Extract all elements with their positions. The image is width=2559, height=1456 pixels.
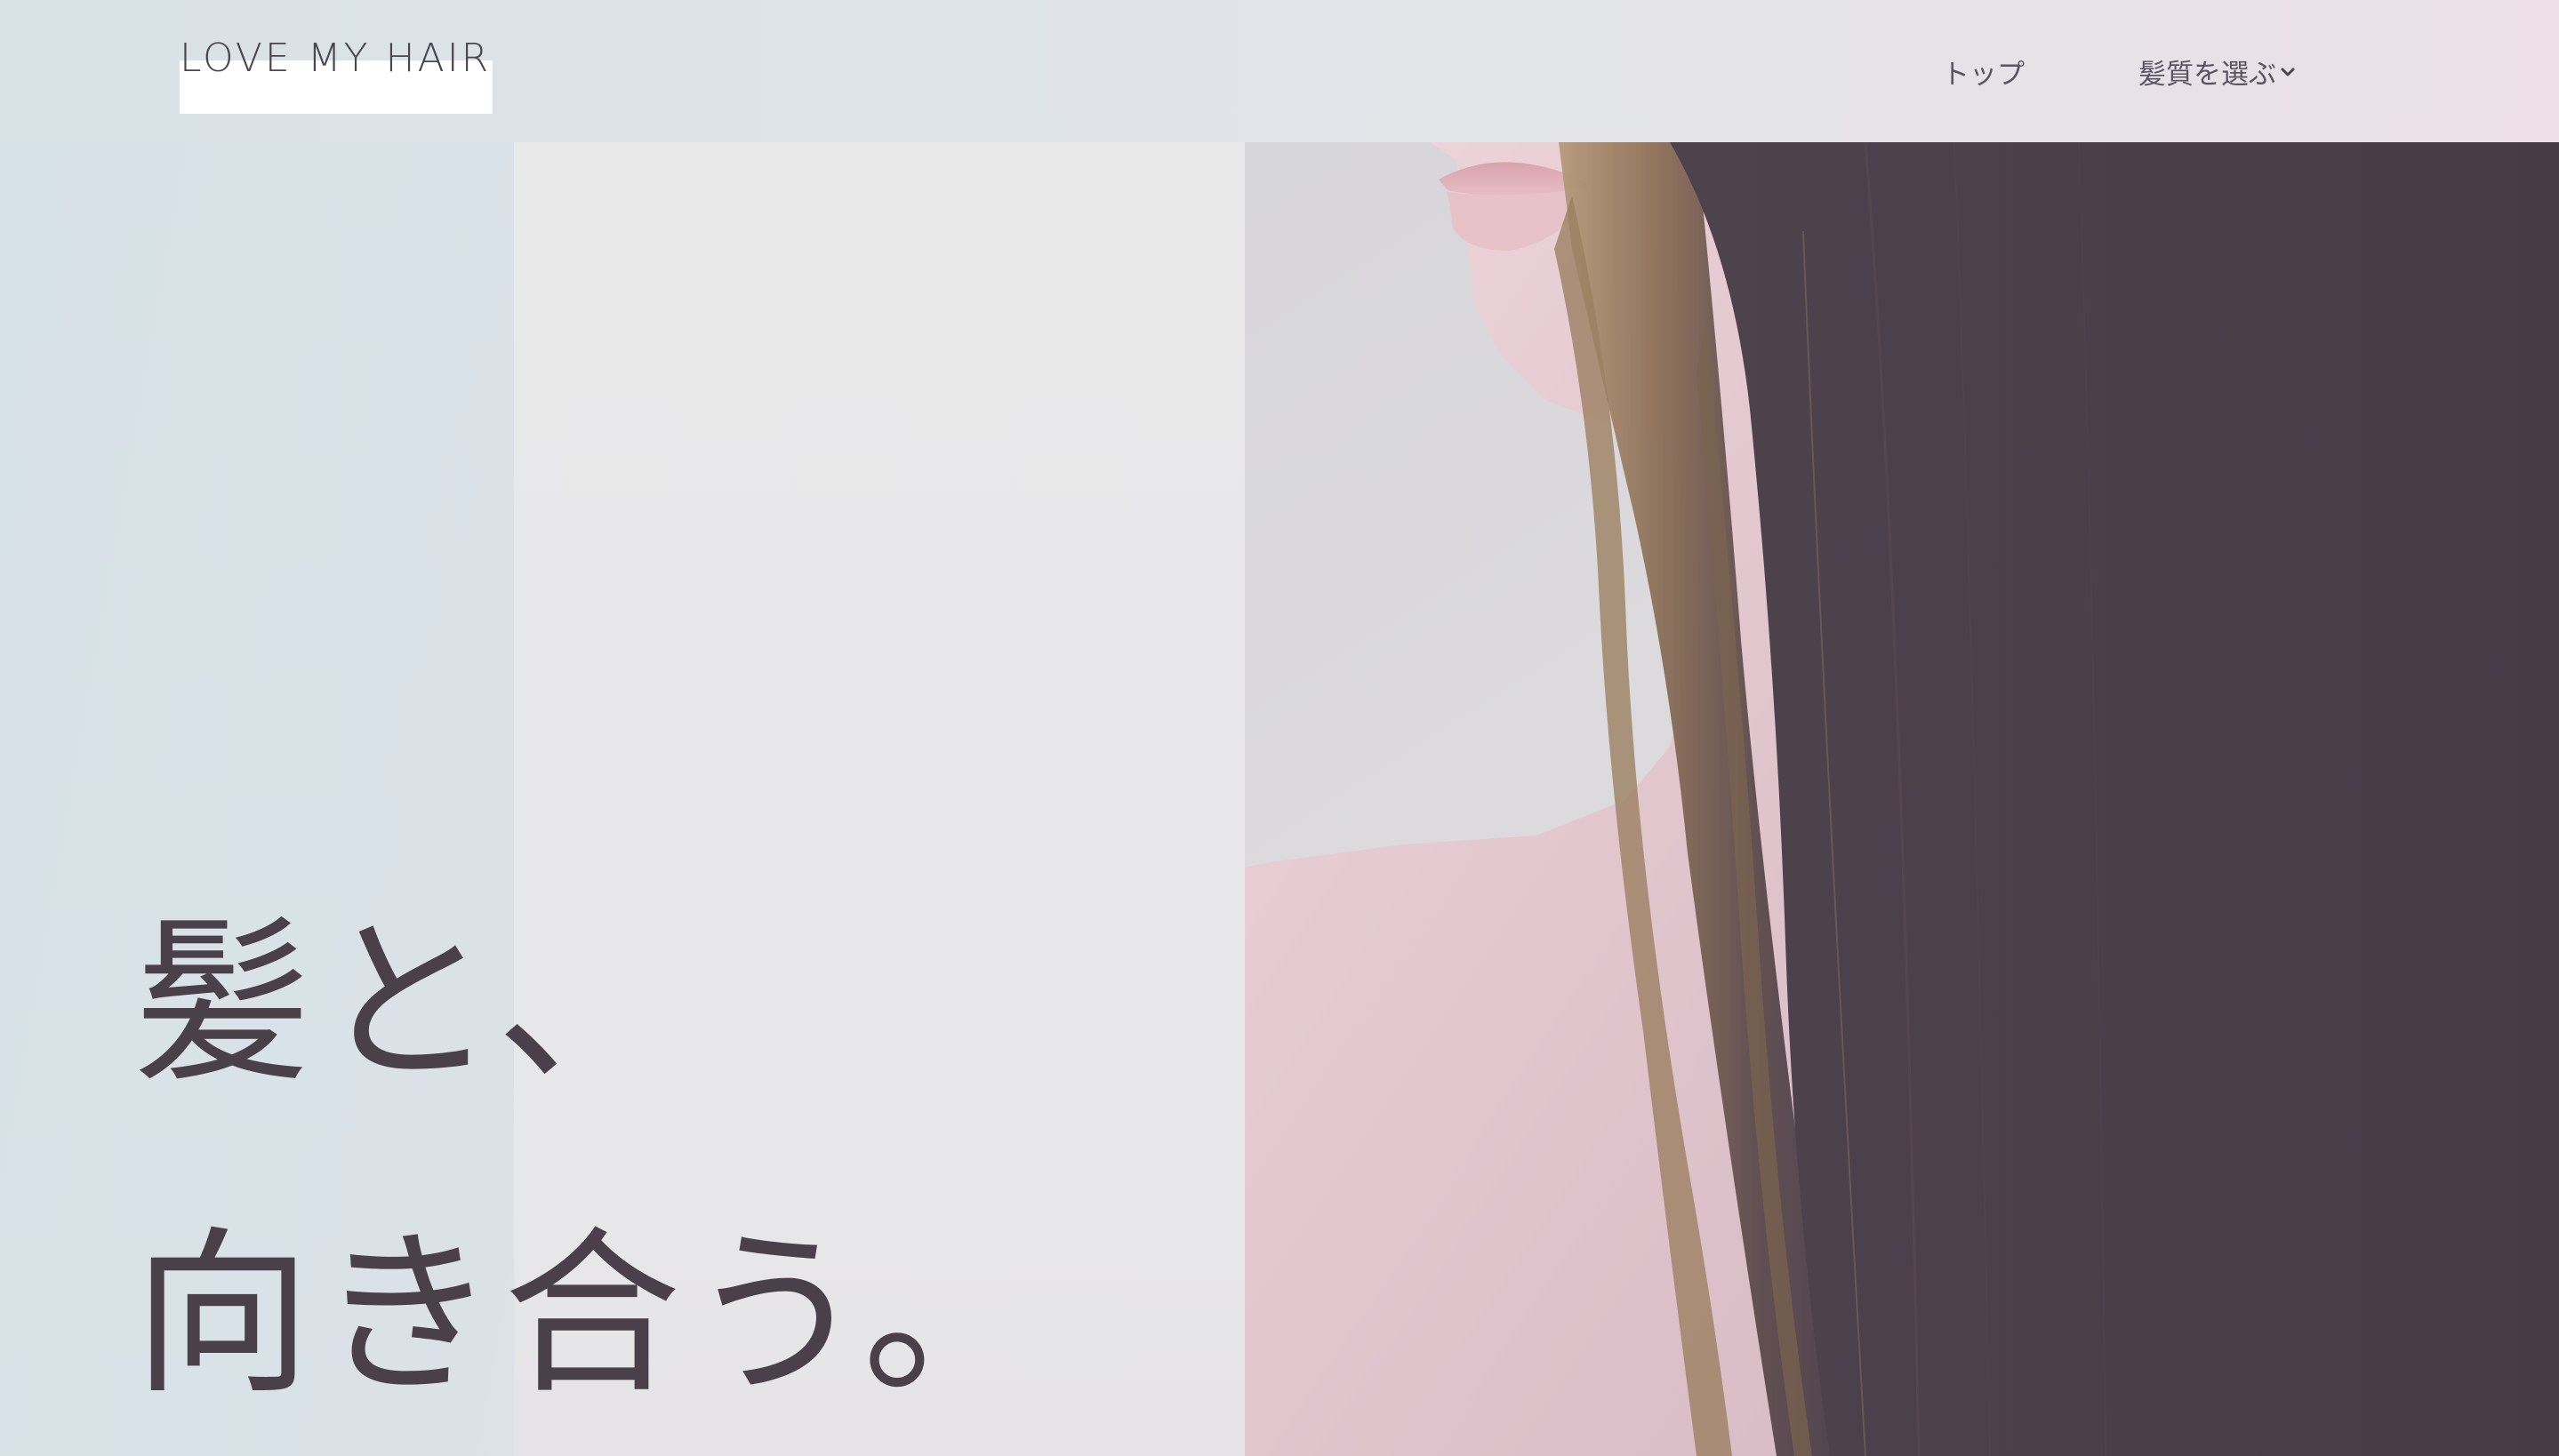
hero-section: 髪と、 向き合う。 [0,142,2559,1456]
nav-item-label: 髪質を選ぶ [2138,59,2276,91]
nav-item-choose-hair-type[interactable]: 髪質を選ぶ [2138,52,2296,92]
site-header: LOVE MY HAIR トップ 髪質を選ぶ [0,0,2559,142]
hero-headline-line-2: 向き合う。 [133,1212,1048,1419]
hero-headline-line-1: 髪と、 [133,900,682,1107]
main-nav: トップ 髪質を選ぶ [1942,52,2296,92]
site-logo[interactable]: LOVE MY HAIR [180,36,493,114]
logo-text: LOVE MY HAIR [180,36,492,81]
nav-item-top[interactable]: トップ [1942,52,2025,92]
nav-item-label: トップ [1942,59,2025,91]
chevron-down-icon [2281,68,2295,76]
